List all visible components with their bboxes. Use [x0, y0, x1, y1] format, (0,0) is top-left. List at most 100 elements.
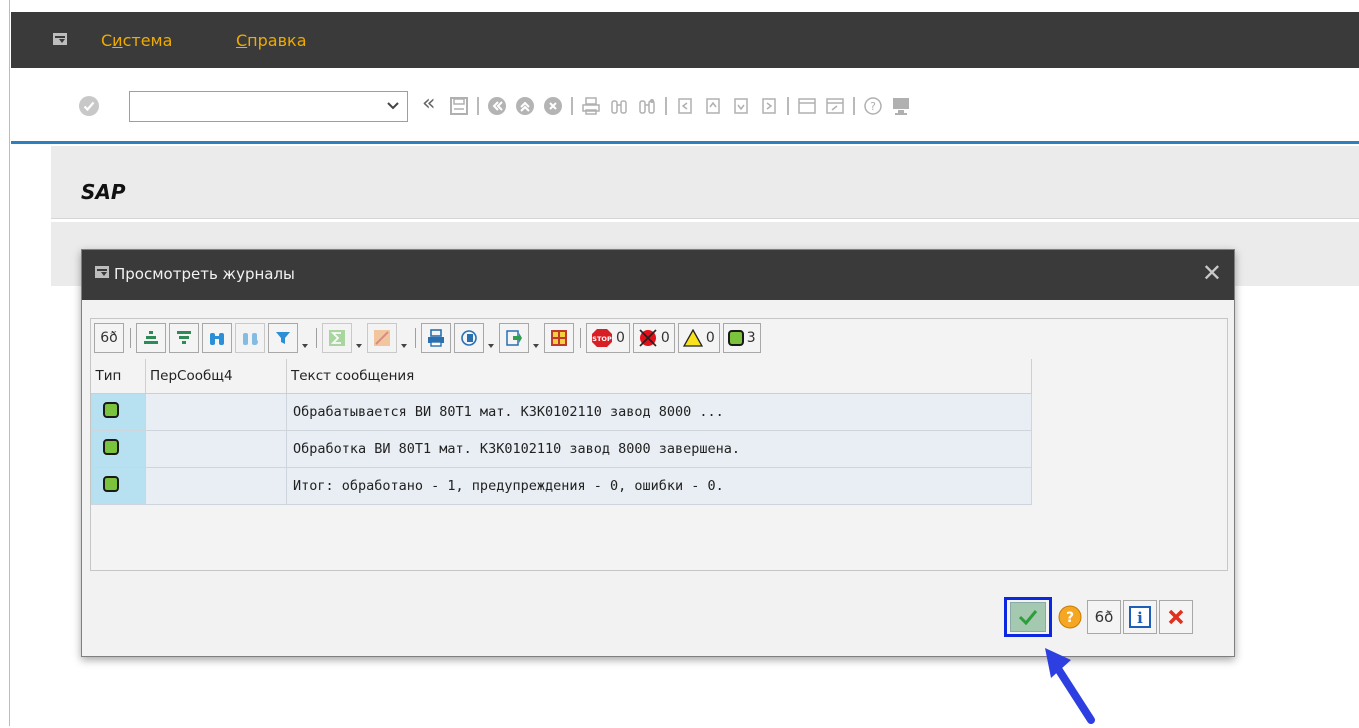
message-text-cell[interactable]: Обрабатывается ВИ 80Т1 мат. К3К0102110 з…	[286, 392, 1032, 431]
error-messages-button[interactable]: 0	[632, 323, 675, 353]
find-next-icon[interactable]	[637, 96, 657, 116]
table-row[interactable]: Обрабатывается ВИ 80Т1 мат. К3К0102110 з…	[91, 392, 1032, 431]
table-row[interactable]: Обработка ВИ 80Т1 мат. К3К0102110 завод …	[91, 429, 1032, 468]
print-button[interactable]	[421, 323, 451, 353]
details-button[interactable]: 6ð	[1087, 600, 1121, 634]
green-lamp-icon	[727, 330, 744, 346]
success-messages-button[interactable]: 3	[722, 323, 761, 353]
last-page-icon[interactable]	[759, 96, 779, 116]
details-button[interactable]: 6ð	[94, 323, 124, 353]
save-icon[interactable]	[449, 96, 469, 116]
cancel-icon[interactable]	[543, 96, 563, 116]
type-cell[interactable]	[91, 392, 146, 431]
command-input[interactable]	[130, 92, 370, 121]
export-icon	[506, 330, 522, 346]
subtotal-button[interactable]	[367, 323, 397, 353]
sort-ascending-button[interactable]	[136, 323, 166, 353]
continue-button[interactable]	[1004, 597, 1052, 637]
type-cell[interactable]	[91, 429, 146, 468]
chevron-down-icon[interactable]	[387, 102, 399, 110]
new-session-icon[interactable]	[797, 96, 817, 116]
views-icon	[461, 330, 477, 346]
binoculars-icon	[210, 333, 224, 345]
message-text-cell[interactable]: Итог: обработано - 1, предупреждения - 0…	[286, 466, 1032, 505]
find-icon[interactable]	[609, 96, 629, 116]
stop-icon: STOP	[592, 329, 612, 347]
views-button[interactable]	[454, 323, 484, 353]
toolbar-icons: ?	[449, 93, 919, 119]
command-field[interactable]	[129, 91, 408, 122]
glasses-icon: 6ð	[100, 330, 118, 346]
menu-item-system[interactable]: Система	[101, 31, 172, 50]
info-button[interactable]: i	[1123, 600, 1157, 634]
export-dropdown[interactable]	[532, 323, 540, 353]
find-next-button[interactable]	[235, 323, 265, 353]
msg-number-cell[interactable]	[145, 429, 287, 468]
svg-text:i: i	[1137, 609, 1143, 627]
standard-toolbar: « ?	[11, 68, 1359, 144]
alv-toolbar: 6ð STOP 0 0 0 3	[94, 322, 764, 354]
warning-count: 0	[705, 330, 715, 346]
subtotal-icon	[374, 330, 390, 346]
toolbar-separator	[415, 328, 416, 348]
total-button[interactable]	[322, 323, 352, 353]
menu-icon[interactable]	[95, 266, 109, 278]
message-log-table: Тип ПерСообщ4 Текст сообщения Обрабатыва…	[91, 359, 1032, 505]
toolbar-separator	[665, 97, 667, 115]
table-header-row: Тип ПерСообщ4 Текст сообщения	[91, 359, 1032, 394]
subtotal-dropdown[interactable]	[400, 323, 408, 353]
export-button[interactable]	[499, 323, 529, 353]
previous-page-icon[interactable]	[703, 96, 723, 116]
sort-descending-button[interactable]	[169, 323, 199, 353]
help-icon[interactable]: ?	[863, 96, 883, 116]
message-text-cell[interactable]: Обработка ВИ 80Т1 мат. К3К0102110 завод …	[286, 429, 1032, 468]
dialog-header: Просмотреть журналы ✕	[82, 250, 1234, 300]
warning-messages-button[interactable]: 0	[677, 323, 720, 353]
green-lamp-icon	[103, 475, 119, 492]
close-icon[interactable]: ✕	[1202, 259, 1222, 287]
toolbar-separator	[316, 328, 317, 348]
total-dropdown[interactable]	[355, 323, 363, 353]
stop-messages-button[interactable]: STOP 0	[586, 323, 630, 353]
sort-descending-icon	[177, 331, 191, 344]
type-cell[interactable]	[91, 466, 146, 505]
layout-button[interactable]	[544, 323, 574, 353]
first-page-icon[interactable]	[675, 96, 695, 116]
glasses-icon: 6ð	[1094, 608, 1114, 626]
menu-icon[interactable]	[53, 33, 67, 45]
column-header-message-text[interactable]: Текст сообщения	[286, 359, 1032, 394]
views-dropdown[interactable]	[487, 323, 495, 353]
msg-number-cell[interactable]	[145, 466, 287, 505]
success-count: 3	[746, 330, 756, 346]
back-icon[interactable]	[487, 96, 507, 116]
alv-grid-container: 6ð STOP 0 0 0 3 Тип ПерСообщ4 Текст сооб…	[90, 318, 1228, 571]
warning-icon	[682, 329, 703, 347]
filter-button[interactable]	[268, 323, 298, 353]
menu-item-help[interactable]: Справка	[236, 31, 307, 50]
print-icon[interactable]	[581, 96, 601, 116]
exit-icon[interactable]	[515, 96, 535, 116]
toolbar-separator	[130, 328, 131, 348]
enter-icon[interactable]	[79, 96, 99, 116]
svg-text:?: ?	[870, 100, 876, 113]
question-icon: ?	[1058, 605, 1082, 629]
collapse-toolbar-button[interactable]: «	[422, 92, 435, 116]
msg-number-cell[interactable]	[145, 392, 287, 431]
find-button[interactable]	[202, 323, 232, 353]
help-button[interactable]: ?	[1055, 600, 1085, 634]
sort-ascending-icon	[144, 331, 158, 344]
next-page-icon[interactable]	[731, 96, 751, 116]
green-lamp-icon	[103, 401, 119, 418]
toolbar-separator	[571, 97, 573, 115]
cancel-button[interactable]	[1159, 600, 1193, 634]
stop-count: 0	[616, 330, 625, 346]
customize-icon[interactable]	[891, 96, 911, 116]
column-header-type[interactable]: Тип	[91, 359, 146, 394]
filter-dropdown[interactable]	[301, 323, 309, 353]
log-dialog: Просмотреть журналы ✕ 6ð STOP 0 0 0 3 Ти…	[81, 249, 1235, 657]
shortcut-icon[interactable]	[825, 96, 845, 116]
table-row[interactable]: Итог: обработано - 1, предупреждения - 0…	[91, 466, 1032, 505]
column-header-msg-number[interactable]: ПерСообщ4	[145, 359, 287, 394]
toolbar-separator	[580, 328, 581, 348]
binoculars-next-icon	[243, 333, 258, 345]
